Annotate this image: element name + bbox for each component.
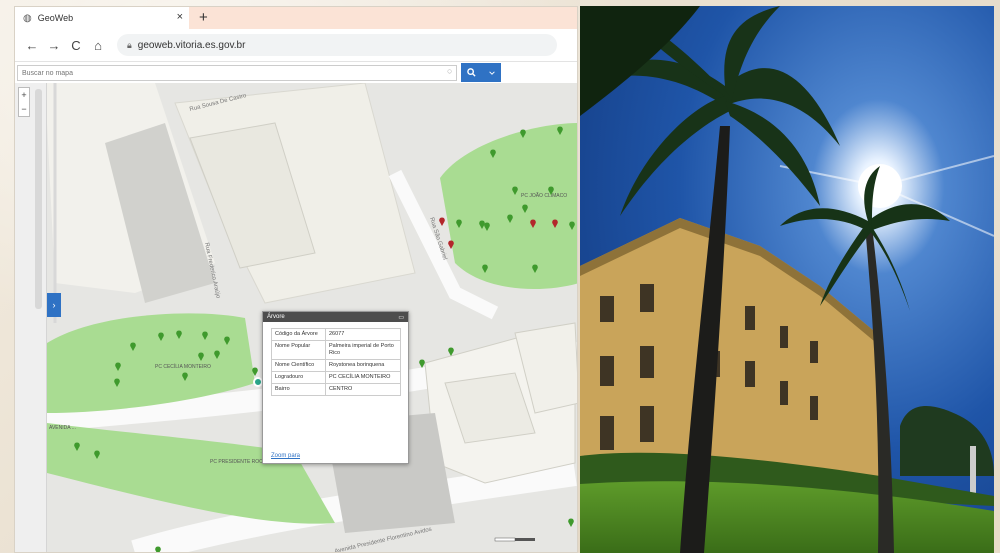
- popup-row-key: Código da Árvore: [271, 328, 326, 341]
- photo-drawing: [580, 6, 994, 553]
- tree-pin-green[interactable]: [520, 129, 526, 138]
- url-text: geoweb.vitoria.es.gov.br: [137, 39, 246, 51]
- tree-pin-green[interactable]: [224, 336, 230, 345]
- tree-pin-green[interactable]: [176, 330, 182, 339]
- tree-attributes-table: Código da Árvore 26077 Nome Popular Palmeir…: [271, 328, 401, 396]
- tree-pin-green[interactable]: [522, 204, 528, 213]
- new-tab-button[interactable]: +: [199, 9, 208, 26]
- tree-pin-red[interactable]: [552, 219, 558, 228]
- tree-pin-green[interactable]: [569, 221, 575, 230]
- popup-row-value: Roystonea borinquena: [325, 359, 401, 372]
- rail-scrollbar[interactable]: [35, 89, 42, 309]
- tree-pin-green[interactable]: [557, 126, 563, 135]
- tree-pin-green[interactable]: [182, 372, 188, 381]
- forward-icon[interactable]: →: [43, 38, 65, 53]
- browser-window: ◍ GeoWeb × + ← → C ⌂ 🔒︎ geoweb.vitoria.e…: [14, 6, 578, 553]
- globe-icon: ◍: [23, 12, 32, 24]
- browser-toolbar: ← → C ⌂ 🔒︎ geoweb.vitoria.es.gov.br: [15, 29, 577, 61]
- tree-pin-red[interactable]: [530, 219, 536, 228]
- home-icon[interactable]: ⌂: [87, 38, 109, 53]
- tree-pin-green[interactable]: [214, 350, 220, 359]
- tab-title: GeoWeb: [37, 13, 74, 23]
- popup-row-value: PC CECÍLIA MONTEIRO: [325, 371, 401, 384]
- popup-row-key: Bairro: [271, 383, 326, 396]
- tab-geoweb[interactable]: ◍ GeoWeb ×: [15, 7, 189, 29]
- tree-pin-green[interactable]: [548, 186, 554, 195]
- zoom-to-link[interactable]: Zoom para: [271, 453, 300, 459]
- popup-row: Código da Árvore 26077: [271, 328, 401, 341]
- tree-pin-green[interactable]: [532, 264, 538, 273]
- tree-pin-green[interactable]: [482, 264, 488, 273]
- tree-pin-green[interactable]: [202, 331, 208, 340]
- tree-pin-red[interactable]: [448, 240, 454, 249]
- tree-pin-green[interactable]: [115, 362, 121, 371]
- zoom-out-button[interactable]: −: [19, 102, 29, 116]
- popup-title: Árvore: [267, 314, 285, 320]
- back-icon[interactable]: ←: [21, 38, 43, 53]
- zoom-control: + −: [18, 87, 30, 117]
- search-icon: [467, 68, 476, 77]
- popup-row-key: Logradouro: [271, 371, 326, 384]
- maximize-icon[interactable]: ▭: [398, 314, 404, 321]
- expand-panel-button[interactable]: ›: [47, 293, 61, 317]
- popup-row-value: 26077: [325, 328, 401, 341]
- popup-row: Nome Popular Palmeira imperial de Porto R…: [271, 340, 401, 360]
- tree-info-popup: Árvore ▭ Código da Árvore 26077 Nome Popul…: [262, 311, 409, 464]
- popup-header: Árvore ▭: [263, 312, 408, 322]
- tree-pin-green[interactable]: [479, 220, 485, 229]
- reload-icon[interactable]: C: [65, 38, 87, 53]
- tree-pin-green[interactable]: [512, 186, 518, 195]
- tree-pin-green[interactable]: [490, 149, 496, 158]
- tree-pin-green[interactable]: [198, 352, 204, 361]
- zoom-in-button[interactable]: +: [19, 88, 29, 102]
- popup-row: Nome Científico Roystonea borinquena: [271, 359, 401, 372]
- tree-pin-red[interactable]: [439, 217, 445, 226]
- palm-tree-photo: [580, 6, 994, 553]
- clear-icon[interactable]: ○: [447, 66, 452, 76]
- tab-strip: ◍ GeoWeb × +: [15, 7, 577, 29]
- tree-pin-green[interactable]: [507, 214, 513, 223]
- tree-pin-green[interactable]: [456, 219, 462, 228]
- map-search-bar: ○: [15, 61, 577, 83]
- tree-pin-green[interactable]: [568, 518, 574, 527]
- popup-row-key: Nome Popular: [271, 340, 326, 360]
- tree-pin-green[interactable]: [130, 342, 136, 351]
- map-left-rail: + −: [15, 83, 47, 552]
- popup-row: Logradouro PC CECÍLIA MONTEIRO: [271, 371, 401, 384]
- chevron-down-icon: [489, 70, 495, 75]
- tree-pin-green[interactable]: [448, 347, 454, 356]
- popup-row: Bairro CENTRO: [271, 383, 401, 396]
- tree-pin-green[interactable]: [158, 332, 164, 341]
- tree-pin-green[interactable]: [419, 359, 425, 368]
- tree-pin-green[interactable]: [74, 442, 80, 451]
- map-canvas[interactable]: Rua Sousa De Castro Rua Frederico Araújo…: [15, 83, 577, 552]
- popup-row-value: Palmeira imperial de Porto Rico: [325, 340, 401, 360]
- tree-pin-green[interactable]: [484, 222, 490, 231]
- map-search-input[interactable]: [17, 65, 457, 81]
- tab-close-icon[interactable]: ×: [177, 11, 183, 23]
- address-bar[interactable]: 🔒︎ geoweb.vitoria.es.gov.br: [117, 34, 557, 56]
- popup-row-value: CENTRO: [325, 383, 401, 396]
- tree-pin-green[interactable]: [252, 367, 258, 376]
- tree-pin-green[interactable]: [114, 378, 120, 387]
- tree-pin-green[interactable]: [94, 450, 100, 459]
- lock-icon: 🔒︎: [127, 39, 132, 50]
- tree-pin-green[interactable]: [155, 546, 161, 552]
- popup-row-key: Nome Científico: [271, 359, 326, 372]
- map-search-button[interactable]: [461, 63, 501, 82]
